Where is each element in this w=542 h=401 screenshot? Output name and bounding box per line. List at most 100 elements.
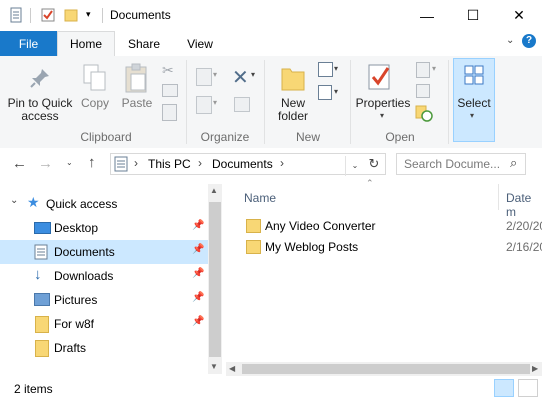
maximize-button[interactable]: ☐ [450, 0, 496, 31]
chevron-down-icon: ▾ [213, 98, 218, 107]
customize-qat-icon[interactable]: ▾ [86, 9, 91, 20]
properties-button[interactable]: Properties [354, 97, 412, 110]
ribbon-separator [264, 60, 265, 144]
column-header-date[interactable]: Date m [506, 191, 542, 219]
new-group-label: New [295, 130, 320, 144]
tab-home[interactable]: Home [57, 31, 115, 56]
pin-icon[interactable]: 📌 [192, 220, 204, 231]
new-folder-button[interactable]: New folder [270, 97, 316, 123]
new-item-icon[interactable] [318, 62, 333, 77]
expand-arrow-icon[interactable]: ⌄ [10, 195, 18, 206]
folder-icon [246, 219, 261, 233]
pin-to-quick-access-button[interactable]: Pin to Quick access [4, 97, 76, 123]
refresh-icon[interactable]: ↻ [364, 156, 384, 174]
title-divider [102, 8, 103, 23]
forward-arrow-icon[interactable]: → [38, 155, 53, 172]
nav-item-for-w8f[interactable] [0, 312, 208, 336]
rename-icon[interactable] [234, 97, 250, 112]
pin-icon[interactable]: 📌 [192, 316, 204, 327]
details-view-icon[interactable] [494, 379, 514, 397]
copy-button[interactable]: Copy [76, 97, 114, 110]
column-divider[interactable] [498, 184, 499, 210]
pin-icon[interactable]: 📌 [192, 244, 204, 255]
properties-icon [368, 64, 390, 90]
ribbon-separator [350, 60, 351, 144]
paste-shortcut-icon[interactable] [162, 104, 177, 121]
copy-icon [83, 64, 106, 91]
back-arrow-icon[interactable]: ← [12, 155, 27, 172]
open-icon[interactable] [416, 62, 430, 78]
ribbon-separator [186, 60, 187, 144]
up-arrow-icon[interactable]: ↑ [88, 154, 96, 171]
move-to-icon[interactable] [196, 68, 212, 86]
scroll-up-icon[interactable]: ▲ [210, 186, 218, 195]
breadcrumb-documents[interactable]: Documents [212, 157, 273, 171]
search-placeholder: Search Docume... [404, 157, 501, 171]
chevron-down-icon: ▾ [213, 70, 218, 79]
large-icons-view-icon[interactable] [518, 379, 538, 397]
paste-button[interactable]: Paste [118, 97, 156, 110]
search-icon: ⌕ [510, 155, 518, 170]
pin-icon[interactable]: 📌 [192, 292, 204, 303]
copy-to-icon[interactable] [196, 96, 212, 114]
status-bar [0, 376, 542, 401]
new-folder-qat-icon[interactable] [63, 7, 79, 23]
breadcrumb-this-pc[interactable]: This PC [148, 157, 191, 171]
nav-item-drafts[interactable] [0, 336, 208, 360]
content-scrollbar-thumb[interactable] [242, 364, 530, 374]
history-icon[interactable] [415, 104, 433, 122]
sort-indicator-icon: ⌃ [366, 178, 374, 188]
tab-view[interactable]: View [174, 31, 226, 56]
checkmark-qat-icon[interactable] [40, 7, 56, 23]
address-dropdown-icon[interactable]: ⌄ [345, 156, 364, 176]
organize-group-label: Organize [200, 130, 250, 144]
chevron-right-icon[interactable]: › [198, 156, 202, 170]
chevron-down-icon: ▾ [432, 64, 437, 73]
documents-icon [114, 156, 128, 172]
nav-item-pictures[interactable] [0, 288, 208, 312]
scroll-down-icon[interactable]: ▼ [210, 362, 218, 371]
edit-icon[interactable] [416, 84, 430, 98]
chevron-down-icon: ▾ [251, 70, 256, 79]
help-icon[interactable]: ? [522, 34, 536, 48]
ribbon-collapse-icon[interactable]: ⌄ [506, 35, 514, 46]
chevron-down-icon: ▾ [334, 64, 339, 73]
window-title: Documents [110, 8, 171, 22]
folder-icon [35, 340, 49, 357]
pin-icon[interactable]: 📌 [192, 268, 204, 279]
chevron-right-icon[interactable]: › [280, 156, 284, 170]
open-group-label: Open [385, 130, 415, 144]
nav-scrollbar-thumb[interactable] [209, 202, 221, 357]
file-date: 2/16/20 [506, 240, 542, 254]
easy-access-icon[interactable] [318, 85, 332, 100]
chevron-right-icon[interactable]: › [134, 156, 138, 170]
minimize-button[interactable]: — [404, 0, 450, 31]
nav-label-desktop: Desktop [54, 221, 99, 235]
delete-icon[interactable]: ✕ [232, 65, 249, 90]
cut-icon[interactable]: ✂ [162, 62, 174, 79]
nav-item-desktop[interactable] [0, 216, 208, 240]
scroll-left-icon[interactable]: ◀ [229, 364, 235, 373]
file-date: 2/20/20 [506, 219, 542, 233]
tab-file[interactable]: File [0, 31, 57, 56]
star-icon: ★ [27, 194, 40, 210]
file-name: Any Video Converter [265, 219, 376, 233]
new-folder-icon [281, 68, 305, 91]
recent-locations-icon[interactable]: ⌄ [66, 158, 73, 167]
tab-share[interactable]: Share [118, 31, 170, 56]
close-button[interactable]: ✕ [496, 0, 542, 31]
pictures-icon [34, 293, 50, 306]
file-name: My Weblog Posts [265, 240, 359, 254]
nav-quick-access[interactable]: Quick access [46, 197, 117, 211]
documents-icon [34, 244, 48, 260]
chevron-down-icon: ▾ [380, 111, 385, 120]
column-header-name[interactable]: Name [244, 191, 276, 217]
select-label: Select [457, 96, 491, 110]
desktop-icon [34, 222, 51, 234]
scroll-right-icon[interactable]: ▶ [532, 364, 538, 373]
qat-divider [30, 8, 31, 23]
downloads-icon: ↓ [34, 266, 42, 283]
properties-qat-icon[interactable] [8, 7, 24, 23]
ribbon-separator [448, 60, 449, 144]
copy-path-icon[interactable] [162, 84, 178, 97]
